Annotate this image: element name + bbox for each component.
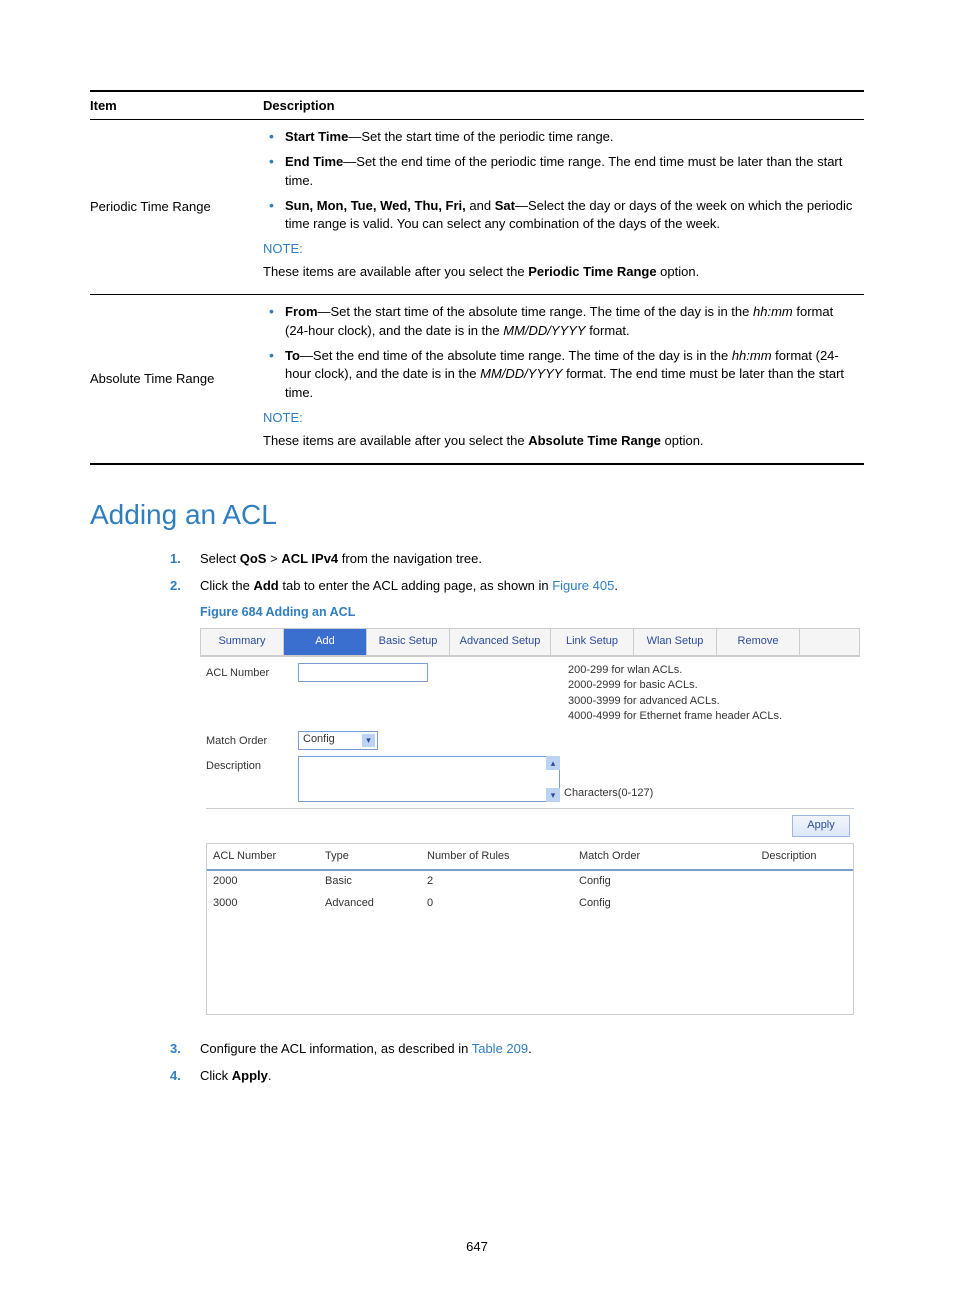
figure-caption: Figure 684 Adding an ACL bbox=[200, 602, 864, 622]
acl-list: ACL Number Type Number of Rules Match Or… bbox=[206, 843, 854, 1015]
step-3: Configure the ACL information, as descri… bbox=[200, 1039, 864, 1060]
page-number: 647 bbox=[0, 1239, 954, 1254]
figure-link[interactable]: Figure 405 bbox=[552, 578, 614, 593]
row-periodic-desc: Start Time—Set the start time of the per… bbox=[263, 120, 864, 295]
header-description: Description bbox=[263, 91, 864, 120]
header-item: Item bbox=[90, 91, 263, 120]
acl-add-ui: Summary Add Basic Setup Advanced Setup L… bbox=[200, 628, 860, 1020]
tab-basic-setup[interactable]: Basic Setup bbox=[367, 628, 450, 656]
match-order-select[interactable]: Config ▾ bbox=[298, 731, 378, 750]
tab-link-setup[interactable]: Link Setup bbox=[551, 628, 634, 656]
table-row[interactable]: 2000 Basic 2 Config bbox=[207, 871, 853, 893]
note-label: NOTE: bbox=[263, 409, 856, 428]
tab-summary[interactable]: Summary bbox=[200, 628, 284, 656]
row-absolute-item: Absolute Time Range bbox=[90, 294, 263, 463]
char-hint: Characters(0-127) bbox=[564, 785, 653, 803]
apply-button[interactable]: Apply bbox=[792, 815, 850, 837]
acl-number-input[interactable] bbox=[298, 663, 428, 682]
tabs: Summary Add Basic Setup Advanced Setup L… bbox=[200, 628, 860, 657]
arrow-down-icon[interactable]: ▾ bbox=[546, 788, 560, 802]
note-label: NOTE: bbox=[263, 240, 856, 259]
acl-list-headers: ACL Number Type Number of Rules Match Or… bbox=[207, 844, 853, 872]
row-absolute-desc: From—Set the start time of the absolute … bbox=[263, 294, 864, 463]
row-periodic-item: Periodic Time Range bbox=[90, 120, 263, 295]
tab-add[interactable]: Add bbox=[284, 628, 367, 656]
chevron-down-icon: ▾ bbox=[362, 734, 375, 747]
step-1: Select QoS > ACL IPv4 from the navigatio… bbox=[200, 549, 864, 570]
table-row[interactable]: 3000 Advanced 0 Config bbox=[207, 893, 853, 915]
tab-advanced-setup[interactable]: Advanced Setup bbox=[450, 628, 551, 656]
description-input[interactable]: ▴ ▾ bbox=[298, 756, 560, 802]
step-2: Click the Add tab to enter the ACL addin… bbox=[200, 576, 864, 1021]
time-range-table: Item Description Periodic Time Range Sta… bbox=[90, 90, 864, 465]
page-title: Adding an ACL bbox=[90, 499, 864, 531]
acl-number-hints: 200-299 for wlan ACLs. 2000-2999 for bas… bbox=[568, 663, 782, 725]
tab-wlan-setup[interactable]: Wlan Setup bbox=[634, 628, 717, 656]
acl-number-label: ACL Number bbox=[206, 663, 298, 683]
match-order-label: Match Order bbox=[206, 731, 298, 751]
description-label: Description bbox=[206, 756, 298, 776]
arrow-up-icon[interactable]: ▴ bbox=[546, 756, 560, 770]
step-4: Click Apply. bbox=[200, 1066, 864, 1087]
tab-remove[interactable]: Remove bbox=[717, 628, 800, 656]
table-link[interactable]: Table 209 bbox=[472, 1041, 528, 1056]
